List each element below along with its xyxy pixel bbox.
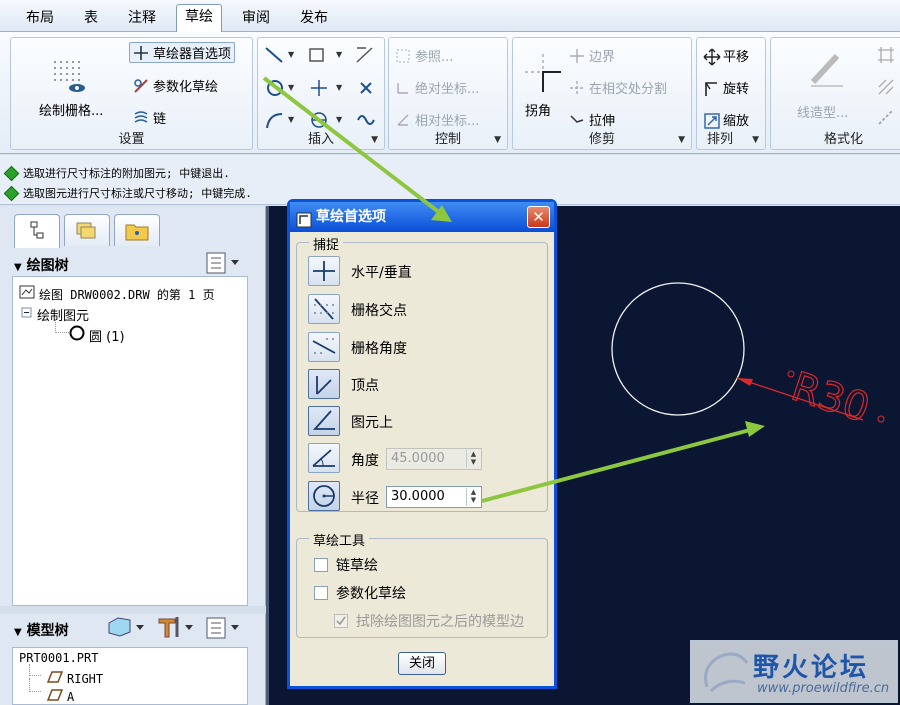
annotation-arrows <box>262 76 765 503</box>
watermark-title: 野火论坛 <box>753 653 870 683</box>
watermark: 野火论坛 www.proewildfire.cn <box>690 640 898 703</box>
annotation-arrow-line <box>481 428 751 503</box>
watermark-url: www.proewildfire.cn <box>757 681 890 696</box>
annotation-arrow-line <box>262 76 442 215</box>
watermark-logo-icon <box>704 652 749 693</box>
annotation-arrowhead <box>745 421 765 437</box>
